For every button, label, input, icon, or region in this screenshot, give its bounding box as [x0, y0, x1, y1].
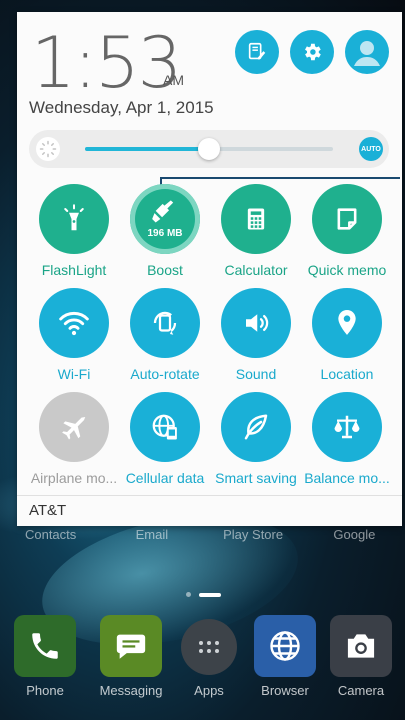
dock-label: Phone	[26, 683, 64, 698]
tile-label: Wi-Fi	[57, 366, 91, 382]
home-shortcut-contacts[interactable]: Contacts	[0, 527, 101, 542]
tile-label: Boost	[147, 262, 183, 278]
tile-label: FlashLight	[41, 262, 107, 278]
wifi-icon	[39, 288, 109, 358]
balance-icon	[312, 392, 382, 462]
dock-label: Apps	[194, 683, 224, 698]
tile-label: Airplane mo...	[30, 470, 118, 486]
tile-label: Location	[320, 366, 374, 382]
tile-label: Calculator	[224, 262, 288, 278]
boost-broom-icon: 196 MB	[130, 184, 200, 254]
quick-settings-panel: 1:53 AM Wednesday, Apr 1, 2015 AUTO Flas…	[17, 12, 402, 526]
camera-icon	[330, 615, 392, 677]
tile-sound[interactable]: Sound	[208, 288, 304, 382]
auto-brightness-button[interactable]: AUTO	[359, 137, 383, 161]
tile-label: Balance mo...	[304, 470, 390, 486]
tile-location[interactable]: Location	[299, 288, 395, 382]
tile-auto-rotate[interactable]: Auto-rotate	[117, 288, 213, 382]
user-avatar-button[interactable]	[345, 30, 389, 74]
home-shortcut-labels: Contacts Email Play Store Google	[0, 527, 405, 542]
tile-airplane[interactable]: Airplane mo...	[26, 392, 122, 486]
dock-phone[interactable]: Phone	[10, 615, 80, 698]
auto-brightness-label: AUTO	[361, 145, 381, 153]
home-shortcut-google[interactable]: Google	[304, 527, 405, 542]
brightness-slider-fill	[85, 147, 209, 151]
tile-label: Auto-rotate	[130, 366, 200, 382]
avatar-icon	[347, 32, 387, 72]
message-icon	[100, 615, 162, 677]
edit-icon	[248, 42, 266, 60]
dock-apps[interactable]: Apps	[174, 615, 244, 698]
settings-button[interactable]	[290, 30, 334, 74]
home-shortcut-email[interactable]: Email	[101, 527, 202, 542]
tile-label: Smart saving	[215, 470, 297, 486]
tile-flashlight[interactable]: FlashLight	[26, 184, 122, 278]
location-icon	[312, 288, 382, 358]
dock: Phone Messaging Apps Browser Camera	[0, 615, 405, 705]
gear-icon	[305, 43, 321, 61]
dock-label: Browser	[261, 683, 309, 698]
boost-memory-label: 196 MB	[147, 228, 183, 239]
edit-button[interactable]	[235, 30, 279, 74]
tile-label: Sound	[235, 366, 277, 382]
page-dot	[186, 592, 191, 597]
sound-icon	[221, 288, 291, 358]
tile-wifi[interactable]: Wi-Fi	[26, 288, 122, 382]
clock-ampm: AM	[163, 72, 184, 88]
dock-label: Camera	[337, 683, 385, 698]
date-label: Wednesday, Apr 1, 2015	[29, 98, 214, 117]
divider	[17, 495, 402, 496]
brightness-slider-thumb[interactable]	[198, 138, 220, 160]
tile-balance[interactable]: Balance mo...	[299, 392, 395, 486]
tile-leaf[interactable]: Smart saving	[208, 392, 304, 486]
calculator-icon	[221, 184, 291, 254]
tile-memo[interactable]: Quick memo	[299, 184, 395, 278]
tile-label: Cellular data	[125, 470, 205, 486]
dock-camera[interactable]: Camera	[326, 615, 396, 698]
tile-boost-broom[interactable]: 196 MB Boost	[117, 184, 213, 278]
brightness-bar: AUTO	[29, 130, 389, 168]
brightness-sun-icon	[36, 137, 60, 161]
tile-cellular-data[interactable]: Cellular data	[117, 392, 213, 486]
clock-time: 1:53	[31, 22, 182, 104]
phone-icon	[14, 615, 76, 677]
dock-label: Messaging	[99, 683, 163, 698]
tile-label: Quick memo	[307, 262, 387, 278]
page-dot-current	[199, 592, 221, 597]
tile-calculator[interactable]: Calculator	[208, 184, 304, 278]
airplane-icon	[39, 392, 109, 462]
dock-browser[interactable]: Browser	[250, 615, 320, 698]
globe-icon	[254, 615, 316, 677]
flashlight-icon	[39, 184, 109, 254]
page-indicator	[186, 592, 221, 597]
cellular-data-icon	[130, 392, 200, 462]
brightness-slider[interactable]	[85, 138, 333, 160]
carrier-label: AT&T	[29, 502, 67, 519]
memo-icon	[312, 184, 382, 254]
dock-messaging[interactable]: Messaging	[96, 615, 166, 698]
apps-icon	[181, 619, 237, 675]
home-shortcut-play-store[interactable]: Play Store	[203, 527, 304, 542]
auto-rotate-icon	[130, 288, 200, 358]
leaf-icon	[221, 392, 291, 462]
